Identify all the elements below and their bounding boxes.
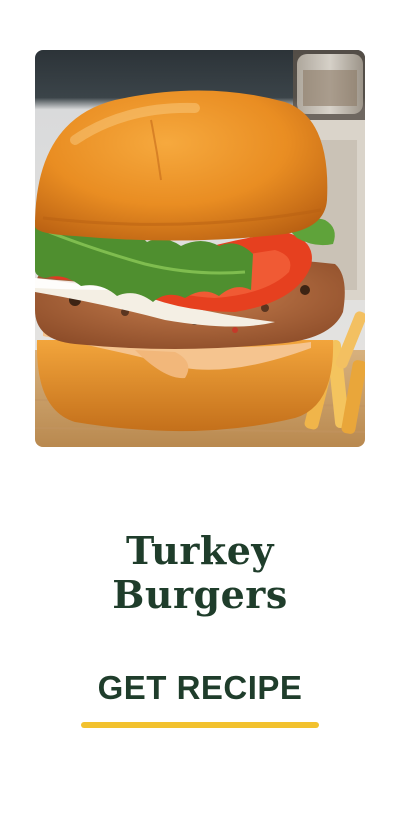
recipe-title-line-1: Turkey bbox=[125, 527, 275, 573]
recipe-title-line-2: Burgers bbox=[112, 571, 288, 617]
recipe-title: Turkey Burgers bbox=[0, 527, 400, 617]
recipe-card: Turkey Burgers GET RECIPE bbox=[0, 0, 400, 838]
get-recipe-link[interactable]: GET RECIPE bbox=[80, 664, 320, 732]
burger-illustration bbox=[35, 50, 365, 447]
recipe-photo[interactable] bbox=[35, 50, 365, 447]
get-recipe-label: GET RECIPE bbox=[97, 669, 303, 706]
cta-underline bbox=[81, 722, 319, 728]
